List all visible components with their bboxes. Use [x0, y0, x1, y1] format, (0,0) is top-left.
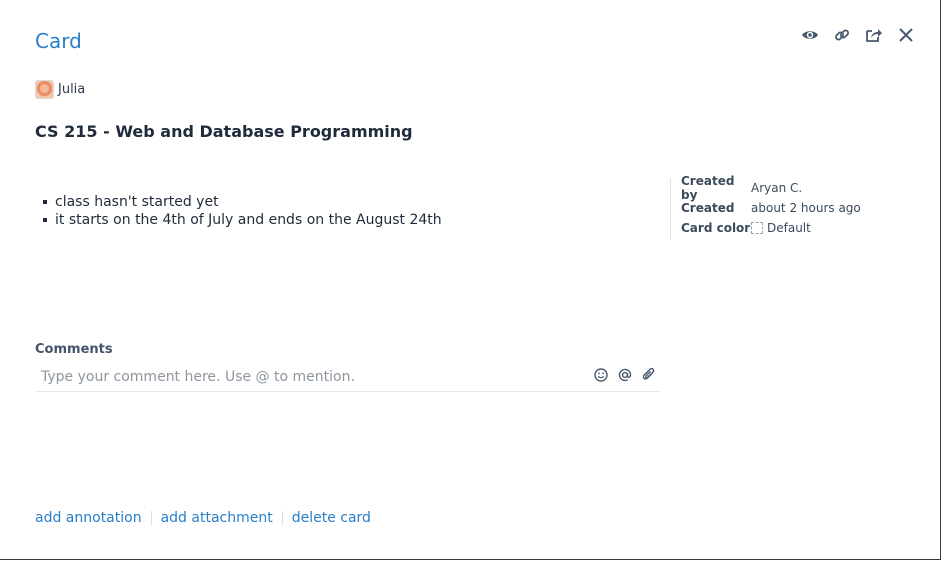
divider	[150, 511, 152, 525]
emoji-button[interactable]	[593, 367, 609, 385]
card-owner[interactable]: Julia	[35, 80, 85, 99]
description-item: class hasn't started yet	[43, 193, 442, 211]
share-button[interactable]	[864, 24, 884, 46]
watch-button[interactable]	[800, 24, 820, 46]
card-dialog: Card Julia CS 215 - Web and Database Pro…	[0, 0, 941, 560]
attach-button[interactable]	[641, 367, 657, 385]
card-title[interactable]: CS 215 - Web and Database Programming	[35, 122, 413, 142]
smiley-icon	[594, 367, 608, 386]
copy-link-button[interactable]	[832, 24, 852, 46]
created-label: Created	[681, 201, 735, 215]
close-icon	[899, 28, 913, 42]
eye-icon	[801, 29, 819, 41]
avatar	[35, 80, 54, 99]
card-color-picker[interactable]: Default	[751, 221, 811, 235]
header-actions	[800, 24, 916, 46]
created-row: Created about 2 hours ago	[681, 198, 861, 218]
card-description[interactable]: class hasn't started yet it starts on th…	[43, 193, 442, 229]
add-annotation-link[interactable]: add annotation	[35, 508, 142, 528]
card-color-row: Card color Default	[681, 218, 861, 238]
mention-button[interactable]	[617, 367, 633, 385]
link-icon	[834, 27, 850, 43]
description-item: it starts on the 4th of July and ends on…	[43, 211, 442, 229]
share-icon	[865, 27, 883, 43]
dialog-title: Card	[35, 29, 82, 53]
add-attachment-link[interactable]: add attachment	[161, 508, 273, 528]
card-details: Created by Aryan C. Created about 2 hour…	[670, 174, 861, 240]
created-by-value: Aryan C.	[751, 181, 803, 195]
created-by-label: Created by	[681, 174, 735, 202]
delete-card-link[interactable]: delete card	[292, 508, 371, 528]
divider	[281, 511, 283, 525]
color-swatch	[751, 222, 763, 234]
created-value: about 2 hours ago	[751, 201, 861, 215]
owner-name: Julia	[58, 82, 86, 97]
comments-label: Comments	[35, 342, 113, 357]
close-button[interactable]	[896, 24, 916, 46]
at-icon	[618, 367, 632, 386]
comment-box	[35, 363, 661, 392]
comment-input[interactable]	[41, 367, 581, 387]
created-by-row: Created by Aryan C.	[681, 174, 861, 202]
card-color-value: Default	[767, 221, 811, 235]
card-footer-actions: add annotation add attachment delete car…	[35, 508, 371, 528]
paperclip-icon	[642, 367, 656, 386]
comment-tools	[593, 367, 657, 385]
card-color-label: Card color	[681, 221, 751, 235]
